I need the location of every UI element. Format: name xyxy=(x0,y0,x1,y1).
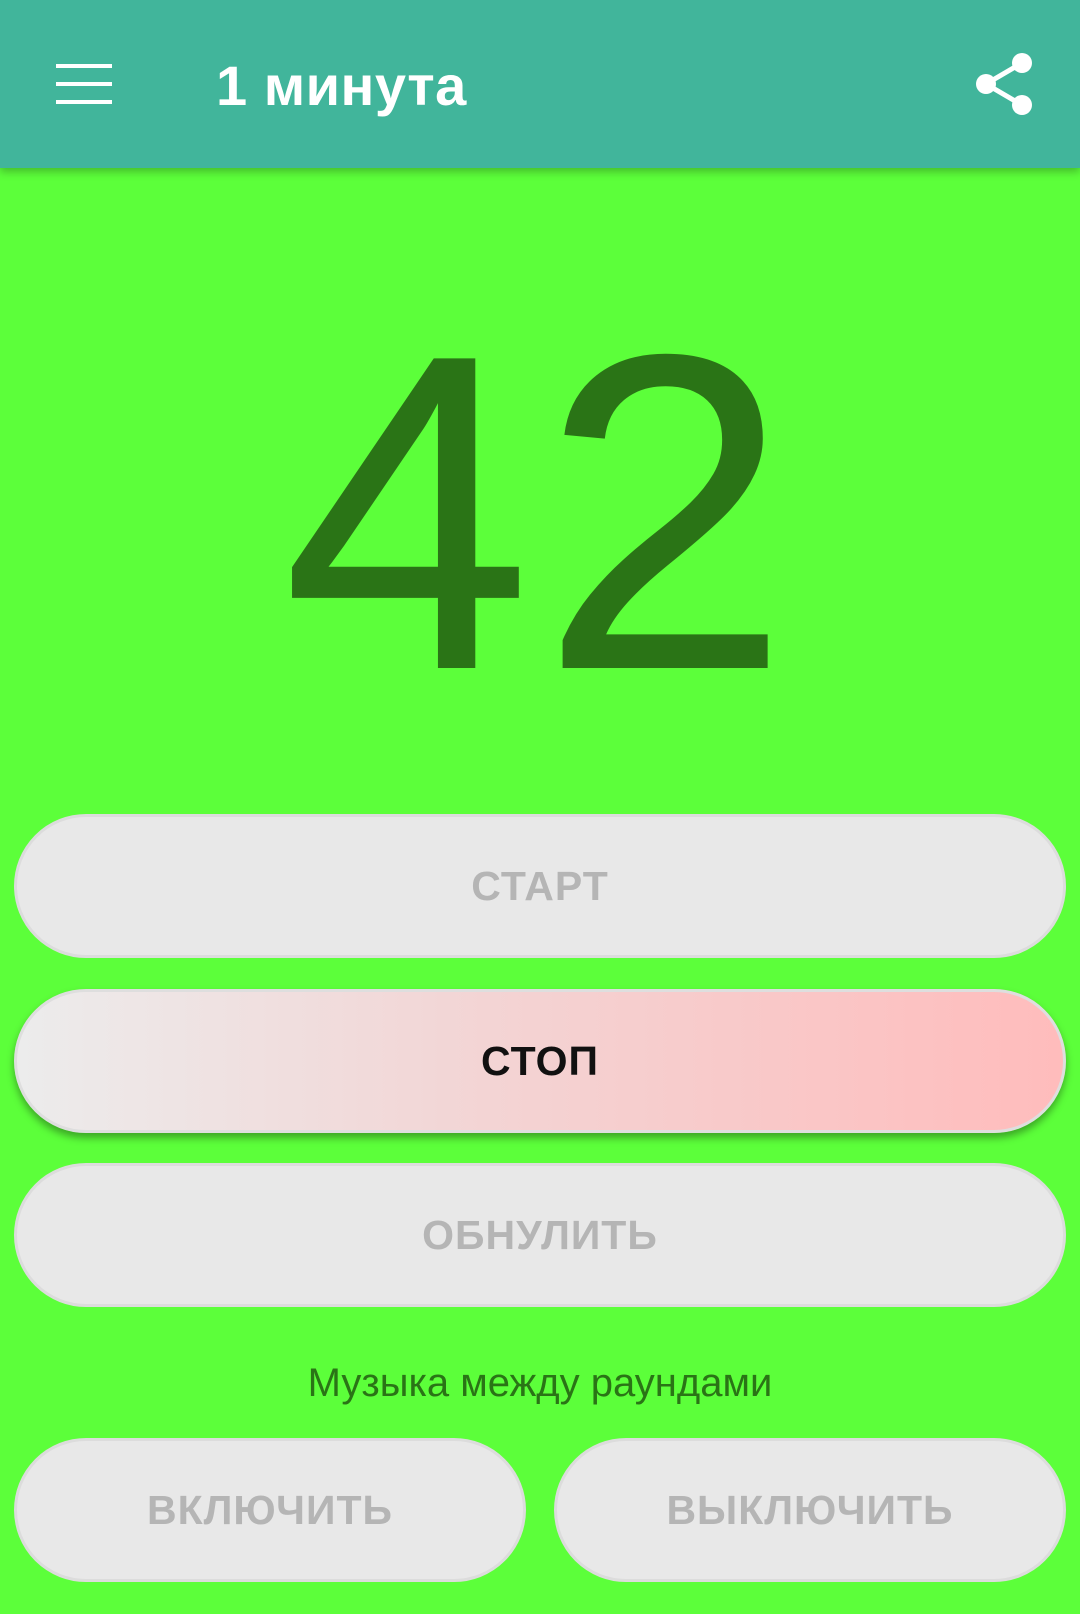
reset-button[interactable]: ОБНУЛИТЬ xyxy=(14,1163,1066,1307)
app-bar: 1 минута xyxy=(0,0,1080,168)
music-on-button[interactable]: ВКЛЮЧИТЬ xyxy=(14,1438,526,1582)
start-button[interactable]: СТАРТ xyxy=(14,814,1066,958)
music-off-button[interactable]: ВЫКЛЮЧИТЬ xyxy=(554,1438,1066,1582)
timer-display: 42 xyxy=(281,262,799,764)
share-icon[interactable] xyxy=(962,42,1046,126)
page-title: 1 минута xyxy=(216,54,467,117)
hamburger-menu-icon[interactable] xyxy=(40,44,128,124)
music-between-rounds-label: Музыка между раундами xyxy=(307,1361,773,1405)
stop-button[interactable]: СТОП xyxy=(14,989,1066,1133)
